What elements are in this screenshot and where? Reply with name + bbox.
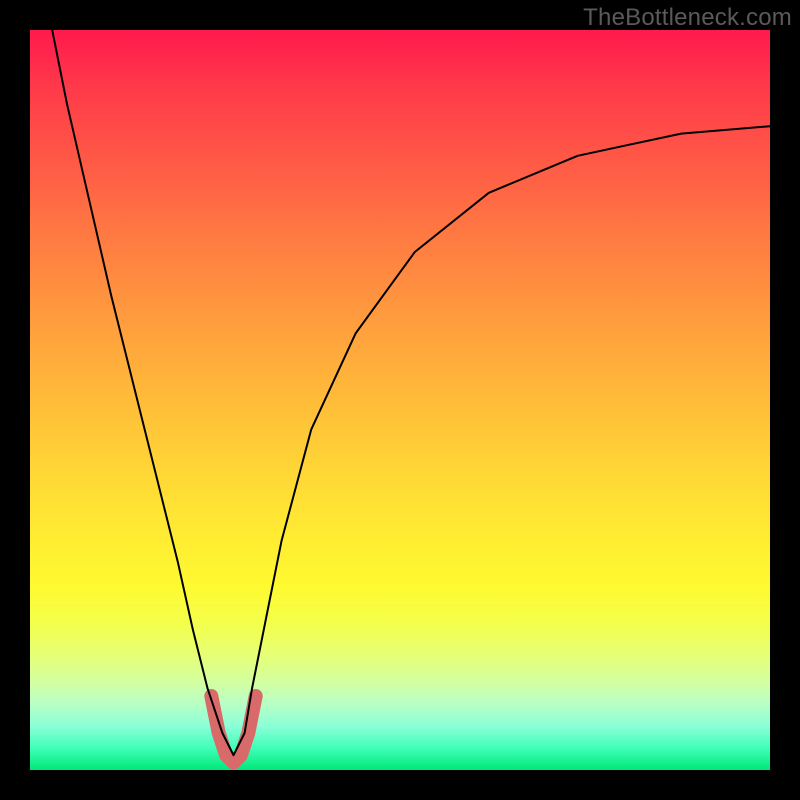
watermark-text: TheBottleneck.com [583,4,792,32]
curve-svg [30,30,770,770]
plot-area [30,30,770,770]
chart-frame: TheBottleneck.com [0,0,800,800]
main-curve [52,30,770,755]
